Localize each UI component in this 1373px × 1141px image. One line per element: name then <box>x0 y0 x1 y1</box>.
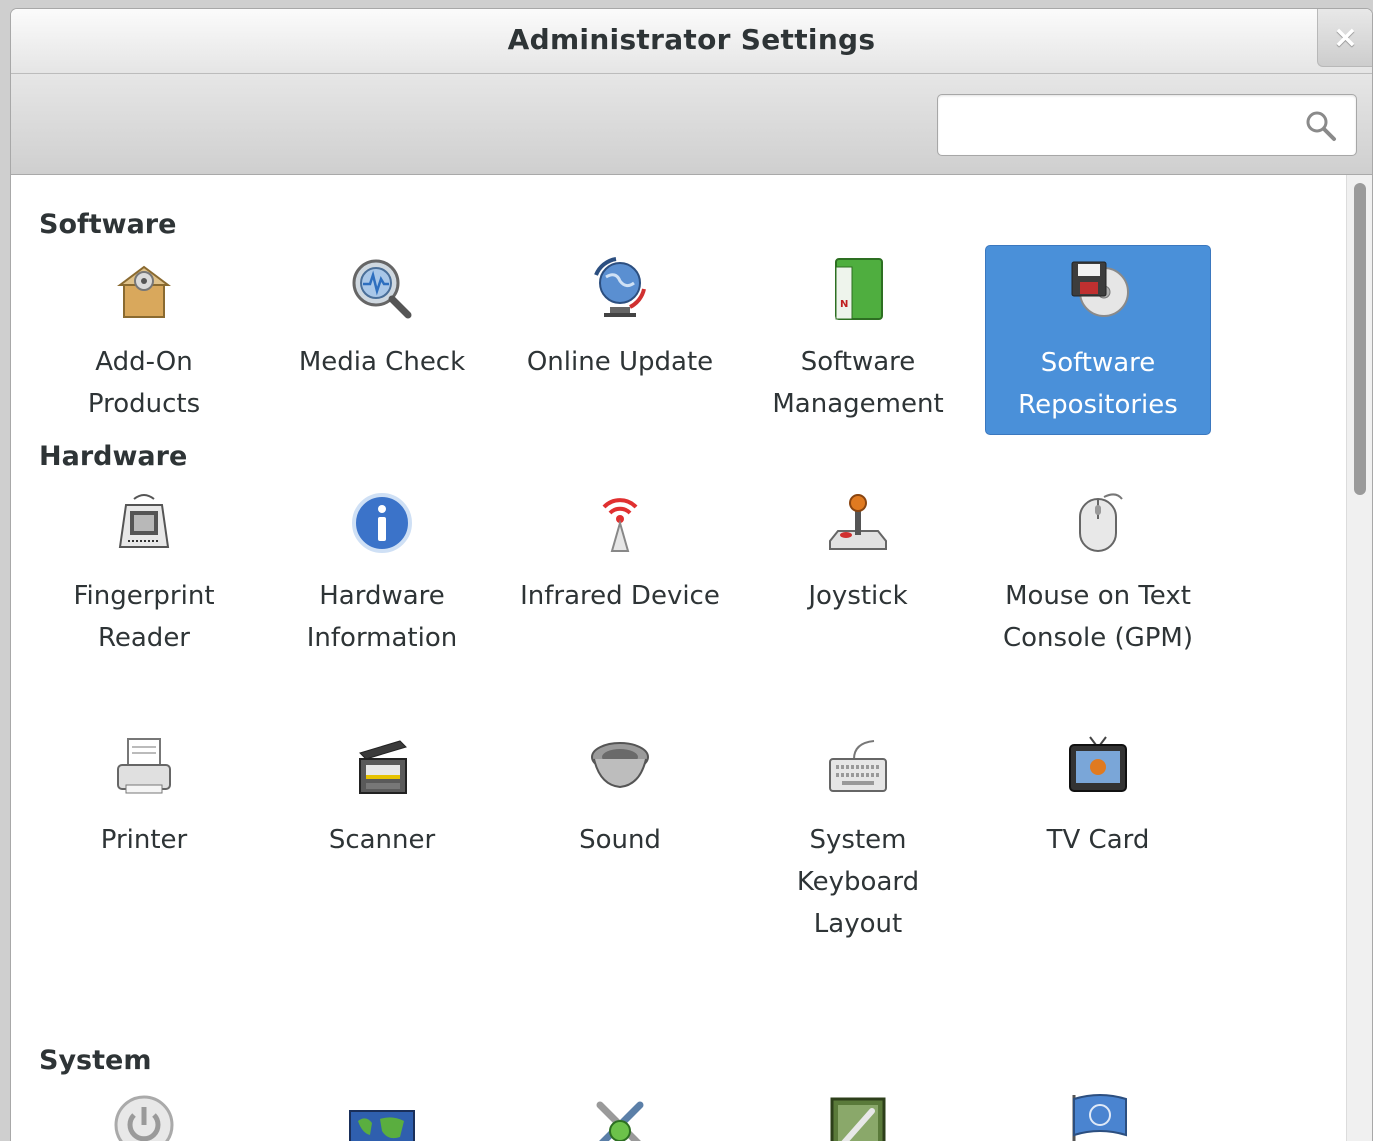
close-button[interactable]: × <box>1317 9 1372 67</box>
module-sound[interactable]: Sound <box>507 723 733 861</box>
module-system-power[interactable] <box>31 1081 257 1141</box>
section-title-hardware: Hardware <box>39 441 188 472</box>
printer-icon <box>117 738 171 794</box>
module-fingerprint-reader[interactable]: Fingerprint Reader <box>31 479 257 659</box>
infrared-icon <box>602 498 638 552</box>
tv-card-icon <box>1069 736 1127 792</box>
module-online-update[interactable]: Online Update <box>507 245 733 383</box>
module-tv-card[interactable]: TV Card <box>985 723 1211 861</box>
module-media-check[interactable]: Media Check <box>269 245 495 383</box>
toolbar <box>11 74 1372 175</box>
module-printer[interactable]: Printer <box>31 723 257 861</box>
module-system-tools[interactable] <box>507 1081 733 1141</box>
scrollbar-thumb[interactable] <box>1354 183 1366 495</box>
sound-icon <box>591 742 649 789</box>
media-check-icon <box>352 259 412 319</box>
module-list: Software Add-On Products Media Check Onl… <box>11 175 1347 1141</box>
software-management-icon: N <box>835 258 883 320</box>
search-box[interactable] <box>937 94 1357 156</box>
svg-text:N: N <box>840 299 848 310</box>
world-map-icon <box>349 1110 415 1141</box>
admin-settings-window: Administrator Settings × Software Add-On… <box>10 8 1373 1141</box>
module-system-keyboard-layout[interactable]: System Keyboard Layout <box>745 723 971 945</box>
keyboard-icon <box>829 740 887 792</box>
language-flag-icon <box>1072 1094 1127 1141</box>
module-software-management[interactable]: N Software Management <box>745 245 971 425</box>
module-system-kernel[interactable] <box>745 1081 971 1141</box>
section-title-software: Software <box>39 209 177 240</box>
module-software-repositories[interactable]: Software Repositories <box>985 245 1211 435</box>
addon-package-icon <box>117 265 171 318</box>
module-joystick[interactable]: Joystick <box>745 479 971 617</box>
power-icon <box>114 1095 174 1141</box>
module-system-world-map[interactable] <box>269 1081 495 1141</box>
software-repositories-icon <box>1071 261 1129 317</box>
title-bar: Administrator Settings × <box>11 9 1372 74</box>
close-icon: × <box>1332 20 1359 55</box>
module-scanner[interactable]: Scanner <box>269 723 495 861</box>
kernel-settings-icon <box>830 1097 886 1141</box>
fingerprint-reader-icon <box>118 494 170 548</box>
window-title: Administrator Settings <box>507 23 876 56</box>
tools-icon <box>596 1101 644 1141</box>
online-update-icon <box>594 257 646 317</box>
module-system-language[interactable] <box>985 1081 1211 1141</box>
info-icon <box>352 493 412 553</box>
joystick-icon <box>829 494 887 550</box>
vertical-scrollbar[interactable] <box>1346 175 1372 1141</box>
module-mouse-text-console[interactable]: Mouse on Text Console (GPM) <box>985 479 1211 659</box>
module-add-on-products[interactable]: Add-On Products <box>31 245 257 425</box>
search-input[interactable] <box>948 103 1292 149</box>
section-title-system: System <box>39 1045 152 1076</box>
mouse-icon <box>1079 493 1123 552</box>
search-icon[interactable] <box>1304 109 1338 143</box>
module-hardware-information[interactable]: Hardware Information <box>269 479 495 659</box>
module-infrared-device[interactable]: Infrared Device <box>507 479 733 617</box>
scanner-icon <box>359 740 407 794</box>
